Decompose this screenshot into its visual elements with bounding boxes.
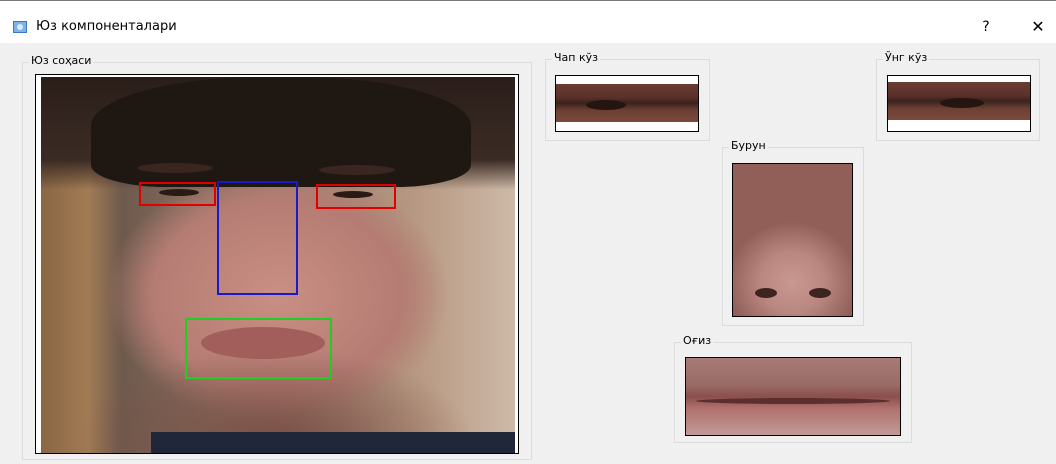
nose-image — [733, 164, 852, 316]
face-area-label: Юз соҳаси — [29, 54, 94, 68]
window-title: Юз компоненталари — [36, 19, 177, 34]
mouth-label: Оғиз — [681, 334, 714, 348]
nose-detection-box — [217, 181, 298, 295]
left-eye-frame — [555, 75, 699, 132]
mouth-image — [686, 358, 900, 435]
right-eye-detection-box — [316, 184, 396, 209]
right-eye-frame — [887, 75, 1031, 132]
face-image — [41, 77, 515, 453]
left-eye-image — [556, 84, 698, 122]
right-eye-label: Ўнг кўз — [883, 51, 930, 65]
shirt-collar — [151, 432, 515, 453]
close-button[interactable]: ✕ — [1026, 17, 1050, 37]
app-window-icon — [13, 21, 27, 33]
nose-label: Бурун — [729, 139, 768, 153]
right-eyebrow — [319, 165, 395, 175]
title-bar: Юз компоненталари ? ✕ — [0, 0, 1056, 43]
nose-frame — [732, 163, 853, 317]
help-button[interactable]: ? — [975, 17, 997, 37]
mouth-detection-box — [185, 318, 332, 379]
face-image-frame — [35, 74, 519, 454]
left-eye-label: Чап кўз — [552, 51, 600, 65]
left-eye-detection-box — [139, 182, 216, 206]
left-eyebrow — [137, 163, 213, 173]
mouth-frame — [685, 357, 901, 436]
right-eye-image — [888, 82, 1030, 120]
